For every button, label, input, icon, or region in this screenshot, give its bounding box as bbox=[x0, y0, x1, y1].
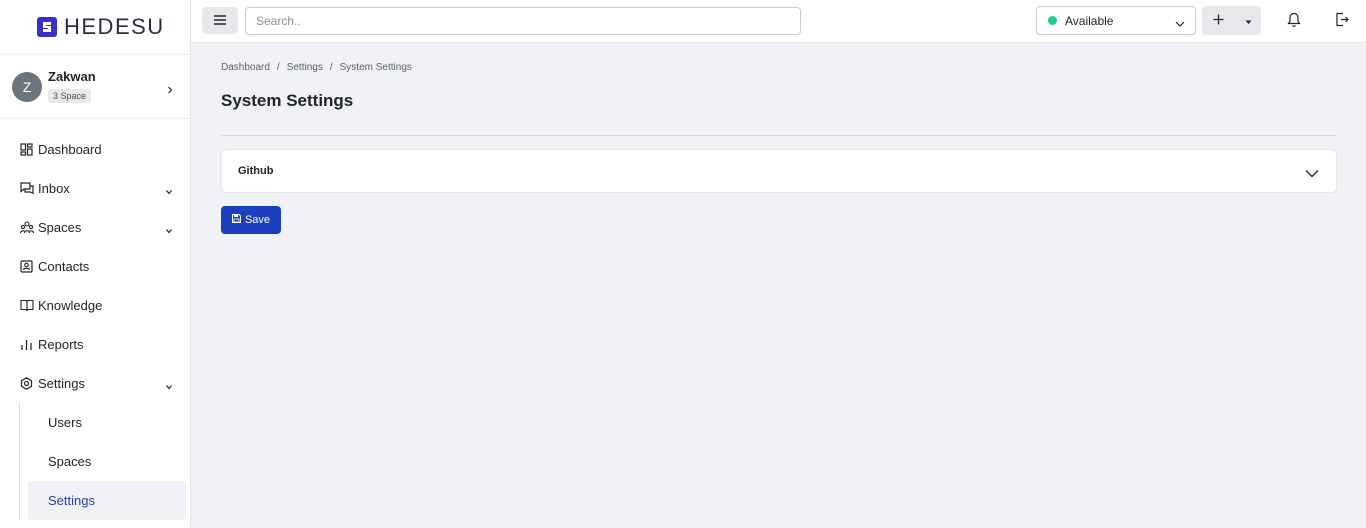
github-accordion-header[interactable]: Github bbox=[221, 149, 1337, 193]
brand[interactable]: HEDESU bbox=[0, 0, 190, 55]
spaces-icon bbox=[20, 220, 34, 235]
brand-name: HEDESU bbox=[64, 14, 165, 39]
sidebar-item-inbox[interactable]: Inbox bbox=[0, 169, 190, 208]
search-input[interactable] bbox=[245, 7, 801, 35]
chevron-right-icon bbox=[166, 81, 174, 99]
sidebar: HEDESU Z Zakwan 3 Space Dashboard Inbox bbox=[0, 0, 191, 528]
settings-subnav: Users Spaces Settings bbox=[19, 403, 190, 520]
sidebar-item-label: Contacts bbox=[38, 259, 90, 274]
plus-icon bbox=[1213, 12, 1224, 30]
topbar: Available bbox=[191, 0, 1366, 43]
status-dot-icon bbox=[1048, 16, 1057, 25]
breadcrumb-separator: / bbox=[329, 62, 333, 73]
breadcrumb-item-current: System Settings bbox=[339, 62, 412, 73]
subnav-item-settings[interactable]: Settings bbox=[28, 481, 186, 520]
save-button[interactable]: Save bbox=[221, 206, 281, 234]
page-title: System Settings bbox=[221, 91, 354, 110]
hamburger-icon bbox=[214, 12, 226, 30]
bell-icon[interactable] bbox=[1287, 12, 1301, 33]
dashboard-icon bbox=[20, 142, 34, 157]
accordion-title: Github bbox=[238, 165, 274, 177]
chevron-down-icon bbox=[165, 379, 173, 394]
breadcrumb-item-settings[interactable]: Settings bbox=[287, 62, 323, 73]
menu-toggle-button[interactable] bbox=[202, 7, 238, 34]
chevron-down-icon bbox=[1175, 17, 1185, 31]
breadcrumb-separator: / bbox=[276, 62, 280, 73]
subnav-item-users[interactable]: Users bbox=[28, 403, 186, 442]
hedesu-logo-icon bbox=[37, 17, 57, 37]
space-count-badge: 3 Space bbox=[48, 89, 92, 103]
sidebar-item-label: Dashboard bbox=[38, 142, 102, 157]
caret-down-icon bbox=[1245, 12, 1252, 30]
contacts-icon bbox=[20, 259, 34, 274]
sidebar-item-spaces[interactable]: Spaces bbox=[0, 208, 190, 247]
sidebar-item-dashboard[interactable]: Dashboard bbox=[0, 130, 190, 169]
add-button-group bbox=[1202, 6, 1261, 35]
chevron-down-icon bbox=[1305, 165, 1319, 183]
settings-icon bbox=[20, 376, 34, 391]
save-button-label: Save bbox=[244, 214, 271, 226]
breadcrumb-item-dashboard[interactable]: Dashboard bbox=[221, 62, 270, 73]
chevron-down-icon bbox=[165, 223, 173, 238]
divider bbox=[221, 135, 1337, 136]
subnav-item-spaces[interactable]: Spaces bbox=[28, 442, 186, 481]
sidebar-item-reports[interactable]: Reports bbox=[0, 325, 190, 364]
reports-icon bbox=[20, 338, 34, 352]
add-button[interactable] bbox=[1202, 6, 1235, 35]
logout-icon[interactable] bbox=[1335, 12, 1349, 32]
chevron-down-icon bbox=[165, 184, 173, 199]
user-profile[interactable]: Z Zakwan 3 Space bbox=[0, 55, 190, 119]
sidebar-nav: Dashboard Inbox Spaces Contacts Knowledg… bbox=[0, 119, 190, 520]
sidebar-item-label: Settings bbox=[38, 376, 85, 391]
sidebar-item-contacts[interactable]: Contacts bbox=[0, 247, 190, 286]
sidebar-item-label: Reports bbox=[38, 337, 84, 352]
status-label: Available bbox=[1065, 13, 1114, 28]
floppy-disk-icon bbox=[231, 214, 241, 226]
sidebar-item-knowledge[interactable]: Knowledge bbox=[0, 286, 190, 325]
sidebar-item-settings[interactable]: Settings bbox=[0, 364, 190, 403]
book-icon bbox=[20, 299, 34, 313]
user-name: Zakwan bbox=[48, 69, 96, 84]
sidebar-item-label: Spaces bbox=[38, 220, 82, 235]
main-content: Dashboard / Settings / System Settings S… bbox=[191, 43, 1366, 528]
breadcrumb: Dashboard / Settings / System Settings bbox=[221, 62, 412, 73]
inbox-icon bbox=[20, 181, 34, 196]
sidebar-item-label: Knowledge bbox=[38, 298, 103, 313]
status-select[interactable]: Available bbox=[1036, 6, 1196, 35]
sidebar-item-label: Inbox bbox=[38, 181, 70, 196]
add-dropdown-toggle[interactable] bbox=[1235, 6, 1261, 35]
avatar: Z bbox=[12, 71, 42, 102]
